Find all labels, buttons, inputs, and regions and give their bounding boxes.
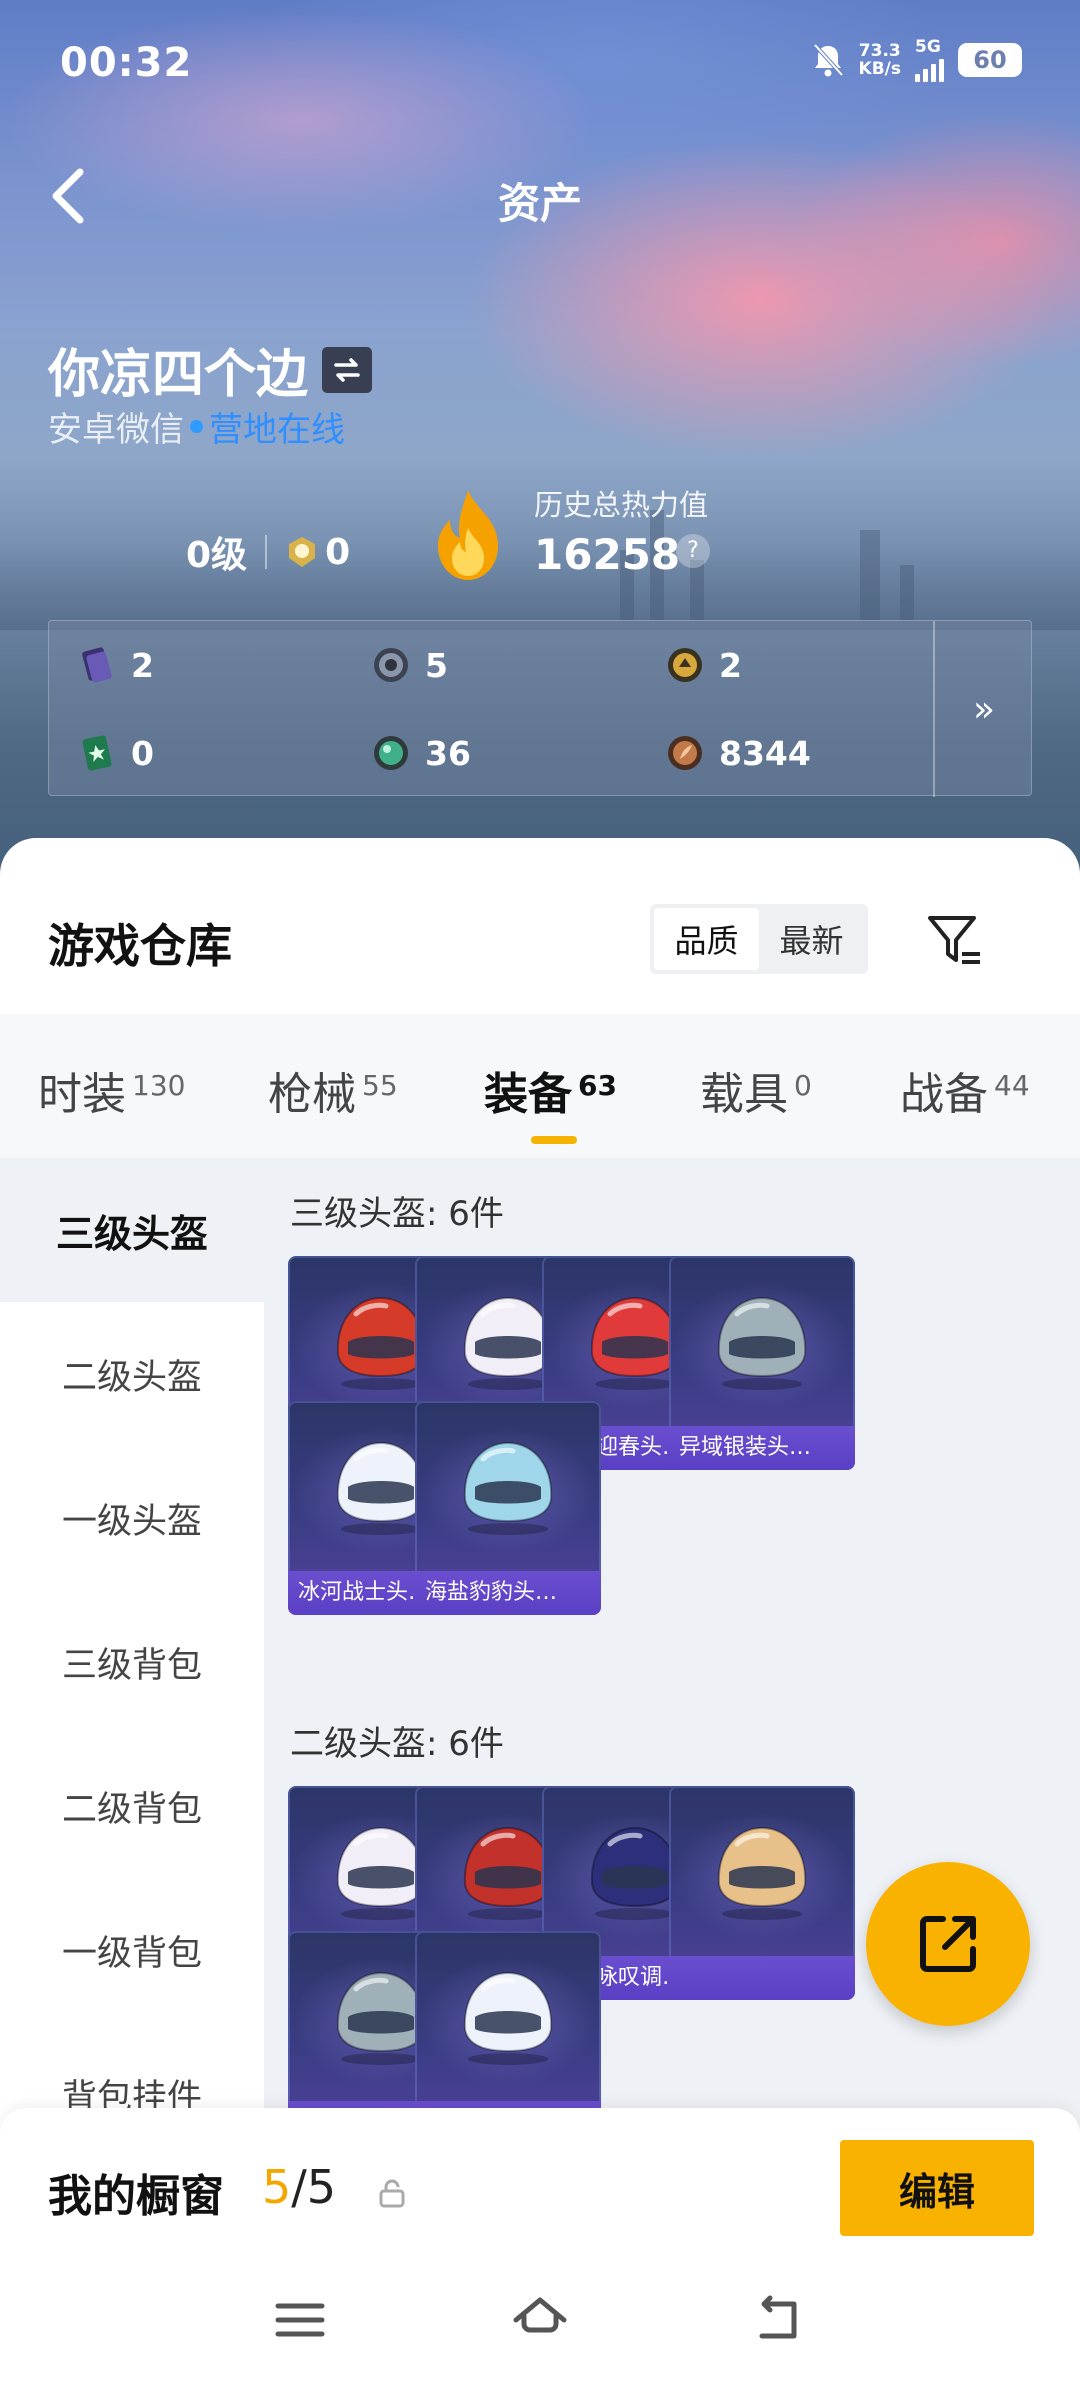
swap-account-icon[interactable] xyxy=(322,346,373,393)
share-external-icon xyxy=(920,1916,976,1972)
sort-quality-option[interactable]: 品质 xyxy=(654,908,759,970)
page-title: 资产 xyxy=(497,179,582,228)
skyline-building xyxy=(900,565,914,620)
sort-newest-option[interactable]: 最新 xyxy=(759,908,864,970)
sidebar-item-level1-helmet[interactable]: 一级头盔 xyxy=(0,1446,264,1590)
platform-label: 安卓微信 xyxy=(48,410,184,450)
item-card[interactable]: 异域银装头… xyxy=(669,1256,855,1470)
purple-card-icon xyxy=(82,647,112,683)
showcase-label: 我的橱窗 xyxy=(48,2171,224,2222)
lock-icon xyxy=(379,2179,405,2208)
item-name: 异域银装头… xyxy=(669,1426,855,1470)
username: 你凉四个边 xyxy=(48,332,373,407)
edit-button[interactable]: 编辑 xyxy=(840,2140,1034,2236)
section-heading: 二级头盔: 6件 xyxy=(290,1724,504,1764)
sidebar-item-level3-backpack[interactable]: 三级背包 xyxy=(0,1590,264,1734)
heat-value: 16258 xyxy=(534,530,681,579)
mute-bell-icon xyxy=(813,43,844,77)
rank-badge-icon xyxy=(289,537,316,567)
filter-icon[interactable] xyxy=(924,910,986,972)
currency-item: 2 xyxy=(77,645,154,685)
showcase-bar: 我的橱窗 5/5 编辑 xyxy=(0,2108,1080,2250)
item-card[interactable]: 海盐豹豹头… xyxy=(415,1401,601,1615)
currency-item: 36 xyxy=(371,733,471,773)
badge-count: 0 xyxy=(325,531,351,573)
tab-vehicles[interactable]: 载具 0 xyxy=(700,1058,812,1122)
skyline-building xyxy=(690,560,704,620)
signal-group: 5G xyxy=(915,38,944,82)
tab-supplies[interactable]: 战备 44 xyxy=(900,1058,1030,1122)
level-value: 0级 xyxy=(186,535,248,576)
currency-panel[interactable]: 2 5 2 0 36 8344 » xyxy=(48,620,1033,797)
help-icon[interactable]: ? xyxy=(676,534,710,568)
profile-hero: 00:32 73.3 KB/s 5G 60 资产 你凉四个边 安卓微信 营地在线… xyxy=(0,0,1080,880)
bronze-coin-icon xyxy=(668,736,702,770)
currency-item: 0 xyxy=(77,733,154,773)
helmet-icon xyxy=(717,1296,807,1390)
sidebar-item-level2-helmet[interactable]: 二级头盔 xyxy=(0,1302,264,1446)
sidebar-item-level2-backpack[interactable]: 二级背包 xyxy=(0,1734,264,1878)
currency-item: 5 xyxy=(371,645,448,685)
sidebar-item-level1-backpack[interactable]: 一级背包 xyxy=(0,1878,264,2022)
gold-coin-icon xyxy=(668,648,702,682)
sidebar-item-level3-helmet[interactable]: 三级头盔 xyxy=(0,1158,264,1302)
level-divider xyxy=(265,535,268,569)
system-nav-bar xyxy=(0,2250,1080,2400)
flame-icon xyxy=(438,490,498,580)
signal-bars-icon xyxy=(915,56,944,82)
green-gem-icon xyxy=(374,736,408,770)
warehouse-title: 游戏仓库 xyxy=(48,919,232,973)
helmet-icon xyxy=(463,1971,553,2065)
network-speed: 73.3 KB/s xyxy=(858,41,901,79)
back-nav-icon[interactable] xyxy=(750,2290,810,2350)
level-row: 0级 0 xyxy=(186,526,350,578)
category-tabs: 时装 130 枪械 55 装备 63 载具 0 战备 44 xyxy=(0,1014,1080,1158)
battery-icon: 60 xyxy=(958,43,1022,77)
skyline-building xyxy=(860,530,880,620)
section-heading: 三级头盔: 6件 xyxy=(290,1194,504,1234)
green-card-icon xyxy=(82,735,112,771)
share-fab[interactable] xyxy=(866,1862,1030,2026)
status-icons: 73.3 KB/s 5G 60 xyxy=(811,38,1022,82)
helmet-icon xyxy=(717,1826,807,1920)
status-bar: 00:32 73.3 KB/s 5G 60 xyxy=(0,0,1080,130)
heat-label: 历史总热力值 xyxy=(534,488,709,522)
helmet-icon xyxy=(463,1441,553,1535)
item-name xyxy=(669,1956,855,2000)
showcase-count: 5/5 xyxy=(262,2160,337,2214)
more-chevron-icon[interactable]: » xyxy=(935,621,1033,797)
home-icon[interactable] xyxy=(510,2290,570,2350)
account-status-line: 安卓微信 营地在线 xyxy=(48,402,345,451)
silver-coin-icon xyxy=(374,648,408,682)
currency-item: 8344 xyxy=(665,733,811,773)
tab-equipment[interactable]: 装备 63 xyxy=(484,1058,617,1122)
item-name: 海盐豹豹头… xyxy=(415,1571,601,1615)
sort-toggle: 品质 最新 xyxy=(650,904,868,974)
online-status: 营地在线 xyxy=(209,410,345,450)
menu-icon[interactable] xyxy=(270,2290,330,2350)
online-dot xyxy=(190,420,203,433)
item-card[interactable] xyxy=(669,1786,855,2000)
status-time: 00:32 xyxy=(60,40,193,86)
active-tab-indicator xyxy=(531,1136,577,1144)
tab-weapons[interactable]: 枪械 55 xyxy=(268,1058,398,1122)
tab-fashion[interactable]: 时装 130 xyxy=(38,1058,185,1122)
currency-item: 2 xyxy=(665,645,742,685)
